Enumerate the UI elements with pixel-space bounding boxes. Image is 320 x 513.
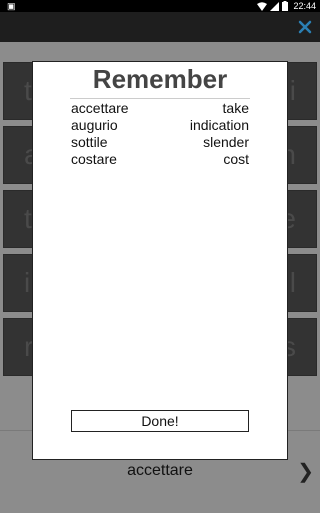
word-term: accettare (71, 100, 129, 116)
current-word: accettare (127, 462, 193, 479)
word-row: sottile slender (71, 134, 249, 151)
chevron-right-icon[interactable]: ❯ (297, 459, 314, 484)
tile-left-text: t (24, 203, 32, 234)
tile-left-text: i (24, 267, 31, 298)
signal-icon (270, 1, 280, 11)
word-row: accettare take (71, 100, 249, 117)
word-translation: take (222, 100, 249, 116)
status-time: 22:44 (293, 1, 316, 11)
word-term: augurio (71, 117, 118, 133)
status-icons: 22:44 (257, 0, 316, 12)
word-term: sottile (71, 134, 108, 150)
word-list: accettare take augurio indication sottil… (71, 100, 249, 168)
tile-right-text: i (289, 75, 296, 106)
word-translation: cost (223, 151, 249, 167)
app-bar (0, 12, 320, 42)
word-translation: indication (189, 117, 249, 133)
battery-icon (282, 1, 289, 11)
word-row: augurio indication (71, 117, 249, 134)
remember-dialog: Remember accettare take augurio indicati… (32, 61, 288, 460)
wifi-icon (257, 1, 268, 11)
status-bar: ▣ 22:44 (0, 0, 320, 12)
dialog-title: Remember (92, 64, 228, 94)
word-row: costare cost (71, 151, 249, 168)
tile-left-text: t (24, 75, 32, 106)
word-term: costare (71, 151, 117, 167)
tile-right-text: l (289, 267, 296, 298)
title-divider (70, 98, 250, 99)
done-button[interactable]: Done! (71, 410, 249, 432)
notification-icon: ▣ (7, 1, 16, 11)
close-icon[interactable] (296, 18, 314, 36)
word-translation: slender (203, 134, 249, 150)
